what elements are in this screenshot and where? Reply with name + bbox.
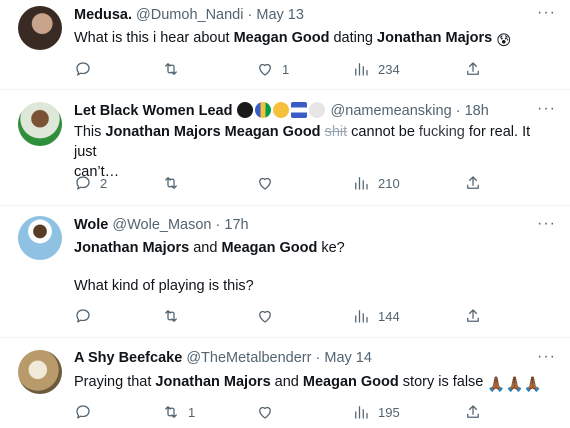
timestamp[interactable]: 18h xyxy=(465,103,489,119)
like-button[interactable] xyxy=(256,305,282,327)
tweet-header: Let Black Women Lead @namemeansking · 18… xyxy=(74,102,489,119)
like-button[interactable] xyxy=(256,172,282,194)
author-handle[interactable]: @Dumoh_Nandi xyxy=(136,7,243,23)
views-icon xyxy=(355,310,368,323)
share-button[interactable] xyxy=(464,58,482,80)
tweet-header: A Shy Beefcake @TheMetalbenderr · May 14 xyxy=(74,350,372,366)
separator: · xyxy=(455,103,461,119)
yellow-circle-emoji xyxy=(272,102,289,118)
tweet-text: Praying that Jonathan Majors and Meagan … xyxy=(74,374,542,393)
share-icon xyxy=(467,62,479,75)
retweet-icon xyxy=(165,63,177,75)
more-icon[interactable]: ··· xyxy=(537,348,556,366)
tweet-2[interactable]: Let Black Women Lead @namemeansking · 18… xyxy=(0,90,570,206)
views-button[interactable]: 195 xyxy=(352,401,400,423)
reply-icon xyxy=(76,62,90,76)
tweet-4[interactable]: A Shy Beefcake @TheMetalbenderr · May 14… xyxy=(0,338,570,428)
praying-hands-emoji: 🙏🏾🙏🏾🙏🏾 xyxy=(487,377,542,393)
views-icon xyxy=(355,63,368,76)
author-handle[interactable]: @namemeansking xyxy=(331,103,452,119)
reply-icon xyxy=(76,176,90,190)
retweet-icon xyxy=(165,406,177,418)
reply-button[interactable]: 2 xyxy=(74,172,107,194)
share-button[interactable] xyxy=(464,401,482,423)
reply-button[interactable] xyxy=(74,305,100,327)
reply-button[interactable] xyxy=(74,58,100,80)
separator: · xyxy=(215,217,221,233)
author-name[interactable]: Let Black Women Lead xyxy=(74,103,232,119)
reply-icon xyxy=(76,309,90,323)
retweet-button[interactable] xyxy=(162,172,188,194)
views-button[interactable]: 234 xyxy=(352,58,400,80)
retweet-button[interactable] xyxy=(162,305,188,327)
like-button[interactable] xyxy=(256,401,282,423)
views-button[interactable]: 210 xyxy=(352,172,400,194)
timestamp[interactable]: May 14 xyxy=(324,350,372,366)
tweet-1[interactable]: Medusa. @Dumoh_Nandi · May 13 ··· What i… xyxy=(0,0,570,90)
anxious-face-emoji: 😰 xyxy=(496,33,512,49)
like-button[interactable]: 1 xyxy=(256,58,289,80)
retweet-button[interactable] xyxy=(162,58,188,80)
heart-icon xyxy=(259,406,271,419)
share-button[interactable] xyxy=(464,305,482,327)
heart-icon xyxy=(259,177,271,190)
tweet-text-line2: What kind of playing is this? xyxy=(74,278,254,294)
white-circle-emoji xyxy=(308,102,325,118)
tweet-header: Wole @Wole_Mason · 17h xyxy=(74,217,249,233)
retweet-icon xyxy=(165,310,177,322)
reply-icon xyxy=(76,405,90,419)
more-icon[interactable]: ··· xyxy=(537,215,556,233)
timestamp[interactable]: 17h xyxy=(224,217,248,233)
tweet-actions: 1 195 xyxy=(66,401,496,423)
author-name[interactable]: A Shy Beefcake xyxy=(74,350,182,366)
tweet-3[interactable]: Wole @Wole_Mason · 17h ··· Jonathan Majo… xyxy=(0,206,570,338)
tweet-header: Medusa. @Dumoh_Nandi · May 13 xyxy=(74,7,304,23)
author-name[interactable]: Medusa. xyxy=(74,7,132,23)
tweet-actions: 144 xyxy=(66,305,496,327)
avatar[interactable] xyxy=(18,350,62,394)
share-icon xyxy=(467,309,479,322)
more-icon[interactable]: ··· xyxy=(537,100,556,118)
heart-icon xyxy=(259,310,271,323)
views-icon xyxy=(355,177,368,190)
reply-button[interactable] xyxy=(74,401,100,423)
black-circle-emoji xyxy=(236,102,253,118)
tweet-text: Jonathan Majors and Meagan Good ke? xyxy=(74,240,345,256)
views-button[interactable]: 144 xyxy=(352,305,400,327)
author-handle[interactable]: @TheMetalbenderr xyxy=(186,350,311,366)
separator: · xyxy=(315,350,321,366)
views-icon xyxy=(355,406,368,419)
more-icon[interactable]: ··· xyxy=(537,4,556,22)
svg-flag-emoji xyxy=(254,102,271,118)
heart-icon xyxy=(259,63,271,76)
author-name[interactable]: Wole xyxy=(74,217,108,233)
separator: · xyxy=(247,7,253,23)
tweet-actions: 1 234 xyxy=(66,58,496,80)
tweet-text: What is this i hear about Meagan Good da… xyxy=(74,30,512,49)
author-handle[interactable]: @Wole_Mason xyxy=(112,217,211,233)
flag-emojis xyxy=(236,102,331,119)
avatar[interactable] xyxy=(18,102,62,146)
avatar[interactable] xyxy=(18,6,62,50)
tweet-actions: 2 210 xyxy=(66,172,496,194)
share-icon xyxy=(467,405,479,418)
share-button[interactable] xyxy=(464,172,482,194)
avatar[interactable] xyxy=(18,216,62,260)
flag-emoji xyxy=(290,102,307,118)
timestamp[interactable]: May 13 xyxy=(256,7,304,23)
retweet-icon xyxy=(165,177,177,189)
share-icon xyxy=(467,176,479,189)
retweet-button[interactable]: 1 xyxy=(162,401,195,423)
